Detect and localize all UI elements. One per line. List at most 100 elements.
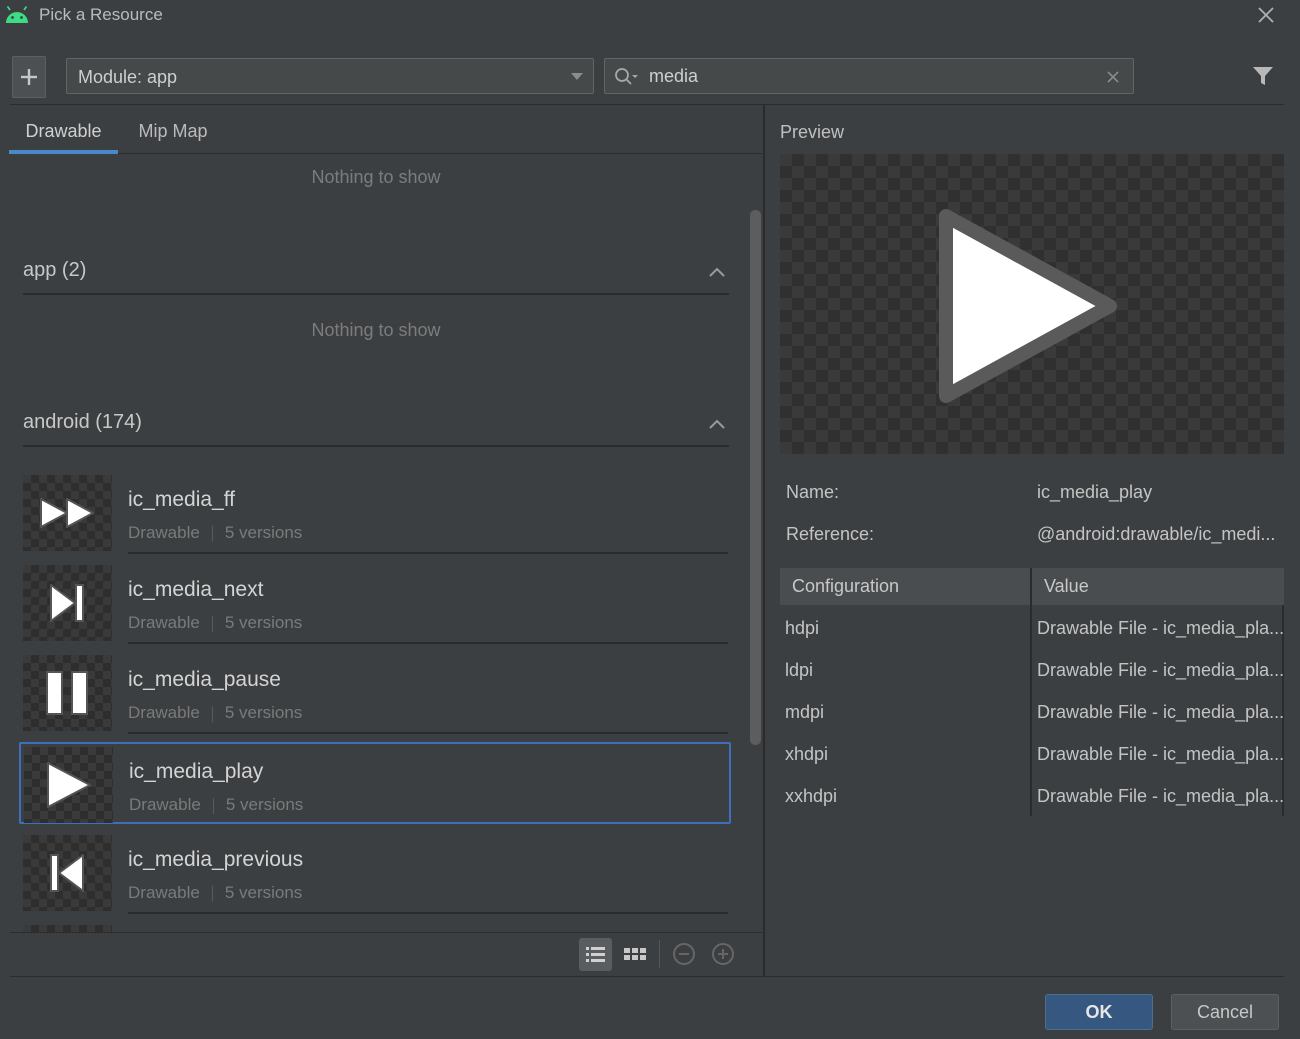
search-icon: [615, 68, 638, 85]
resource-versions: 5 versions: [224, 613, 303, 632]
resource-meta: Drawable 5 versions: [128, 613, 302, 633]
ok-button[interactable]: OK: [1045, 994, 1153, 1030]
resource-meta: Drawable 5 versions: [128, 523, 302, 543]
reference-value: @android:drawable/ic_medi...: [1037, 524, 1276, 544]
config-value: Drawable File - ic_media_pla...: [1037, 660, 1285, 680]
resource-item-ic-media-ff[interactable]: ic_media_ff Drawable 5 versions: [20, 472, 730, 554]
android-icon: [6, 6, 28, 23]
section-header-app[interactable]: app (2): [23, 247, 729, 295]
resource-list: Nothing to show app (2) Nothing to show …: [10, 155, 762, 933]
table-row[interactable]: xhdpi Drawable File - ic_media_pla...: [780, 734, 1284, 776]
zoom-in-icon[interactable]: [711, 942, 735, 966]
resource-type: Drawable: [129, 795, 201, 814]
table-row[interactable]: hdpi Drawable File - ic_media_pla...: [780, 608, 1284, 650]
divider: [10, 104, 1284, 105]
name-value: ic_media_play: [1037, 482, 1153, 502]
config-value: Drawable File - ic_media_pla...: [1037, 744, 1285, 764]
preview-label: Preview: [780, 122, 845, 142]
close-icon[interactable]: [1252, 2, 1280, 28]
resource-name: ic_media_previous: [128, 848, 304, 871]
divider: [10, 932, 762, 933]
resource-meta: Drawable 5 versions: [128, 883, 302, 903]
section-title: app (2): [23, 259, 87, 281]
skip-next-icon: [50, 584, 84, 622]
empty-message: Nothing to show: [311, 167, 441, 187]
resource-versions: 5 versions: [224, 883, 303, 902]
resource-meta: Drawable 5 versions: [128, 703, 302, 723]
resource-thumbnail: [23, 655, 112, 731]
resource-name: ic_media_next: [128, 578, 264, 601]
list-scrollbar[interactable]: [750, 210, 761, 745]
chevron-up-icon[interactable]: [707, 417, 727, 431]
resource-type: Drawable: [128, 883, 200, 902]
resource-item-ic-media-play[interactable]: ic_media_play Drawable 5 versions: [19, 742, 731, 824]
title-bar: Pick a Resource: [0, 0, 1300, 30]
resource-item-ic-media-previous[interactable]: ic_media_previous Drawable 5 versions: [20, 832, 730, 914]
clear-search-icon[interactable]: [1103, 67, 1123, 87]
resource-name: ic_media_play: [129, 760, 264, 783]
resource-name: ic_media_pause: [128, 668, 281, 691]
table-row[interactable]: mdpi Drawable File - ic_media_pla...: [780, 692, 1284, 734]
list-view-icon: [586, 947, 605, 962]
tab-drawable[interactable]: Drawable: [9, 108, 118, 154]
name-label: Name:: [786, 482, 840, 502]
plus-icon: [21, 69, 37, 85]
table-header: Configuration Value: [780, 568, 1284, 605]
window-title: Pick a Resource: [39, 5, 163, 24]
configuration-table: Configuration Value hdpi Drawable File -…: [780, 568, 1284, 816]
table-row[interactable]: xxhdpi Drawable File - ic_media_pla...: [780, 776, 1284, 818]
play-icon: [47, 762, 91, 808]
resource-item-ic-media-next[interactable]: ic_media_next Drawable 5 versions: [20, 562, 730, 644]
config-name: xxhdpi: [785, 786, 838, 806]
resource-thumbnail: [23, 835, 112, 911]
module-dropdown[interactable]: Module: app: [66, 58, 594, 94]
list-view-button[interactable]: [579, 938, 612, 971]
section-header-android[interactable]: android (174): [23, 399, 729, 447]
resource-type: Drawable: [128, 703, 200, 722]
tab-selected-indicator: [9, 150, 118, 154]
cancel-button[interactable]: Cancel: [1171, 994, 1279, 1030]
empty-message: Nothing to show: [311, 320, 441, 340]
column-header-configuration[interactable]: Configuration: [792, 576, 899, 597]
config-name: xhdpi: [785, 744, 829, 764]
search-input[interactable]: [649, 63, 1089, 89]
resource-versions: 5 versions: [224, 523, 303, 542]
module-dropdown-value: Module: app: [78, 67, 178, 87]
config-value: Drawable File - ic_media_pla...: [1037, 618, 1285, 638]
filter-icon[interactable]: [1250, 64, 1276, 88]
resource-thumbnail: [23, 565, 112, 641]
add-resource-button[interactable]: [12, 56, 46, 98]
table-row[interactable]: ldpi Drawable File - ic_media_pla...: [780, 650, 1284, 692]
divider: [659, 940, 660, 968]
resource-item-ic-media-pause[interactable]: ic_media_pause Drawable 5 versions: [20, 652, 730, 734]
zoom-out-icon[interactable]: [672, 942, 696, 966]
fast-forward-icon: [40, 498, 94, 528]
resource-type: Drawable: [128, 613, 200, 632]
chevron-down-icon: [571, 73, 583, 80]
config-name: ldpi: [785, 660, 814, 680]
grid-view-icon[interactable]: [620, 938, 650, 971]
resource-thumbnail: [23, 475, 112, 551]
tab-mip-map[interactable]: Mip Map: [118, 108, 228, 154]
pause-icon: [46, 671, 88, 715]
resource-thumbnail: [24, 747, 113, 823]
resource-versions: 5 versions: [225, 795, 304, 814]
preview-image: [780, 154, 1284, 454]
config-value: Drawable File - ic_media_pla...: [1037, 786, 1285, 806]
resource-type: Drawable: [128, 523, 200, 542]
skip-previous-icon: [50, 854, 84, 892]
resource-meta: Drawable 5 versions: [129, 795, 303, 815]
play-icon: [939, 209, 1117, 403]
resource-name: ic_media_ff: [128, 488, 236, 511]
reference-label: Reference:: [786, 524, 875, 544]
config-name: mdpi: [785, 702, 825, 722]
chevron-up-icon[interactable]: [707, 265, 727, 279]
config-name: hdpi: [785, 618, 820, 638]
resource-versions: 5 versions: [224, 703, 303, 722]
column-header-value[interactable]: Value: [1044, 576, 1089, 597]
splitter[interactable]: [763, 105, 765, 977]
tabs-divider: [10, 153, 762, 154]
search-box[interactable]: [604, 58, 1134, 94]
section-title: android (174): [23, 411, 142, 433]
config-value: Drawable File - ic_media_pla...: [1037, 702, 1285, 722]
